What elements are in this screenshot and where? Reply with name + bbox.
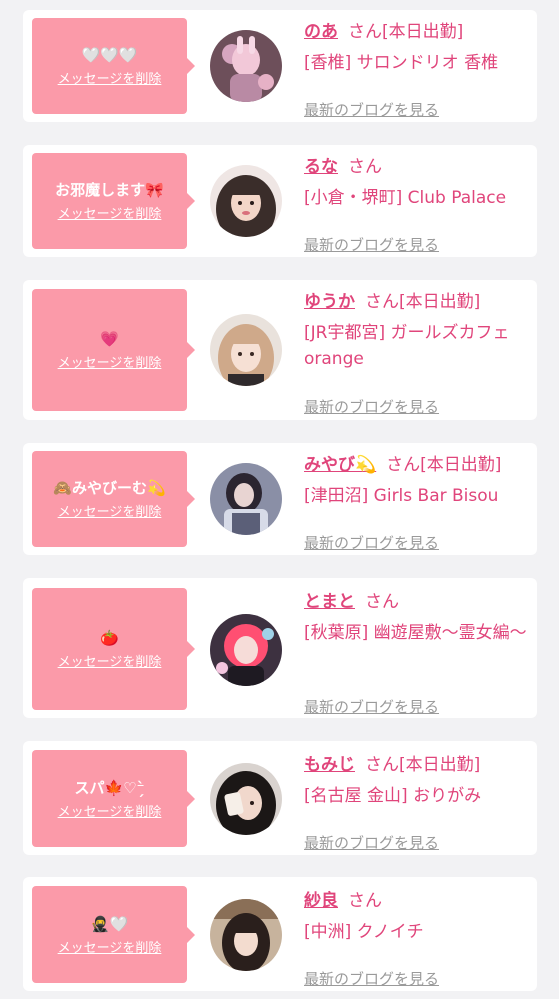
cast-name-link[interactable]: もみじ xyxy=(304,755,355,775)
attendance-status: [本日出勤] xyxy=(399,755,481,775)
cast-card: お邪魔します🎀 メッセージを削除 るな さん [小倉・堺町] Club Palac… xyxy=(23,145,537,257)
avatar[interactable] xyxy=(210,165,282,237)
delete-message-link[interactable]: メッセージを削除 xyxy=(58,356,162,372)
cast-card: 🍅 メッセージを削除 とまと さん [秋葉原] 幽遊屋敷〜霊女編〜 最新のブログを… xyxy=(23,578,537,718)
message-bubble: スパ🍁♡⁻̗̀ メッセージを削除 xyxy=(32,750,195,847)
shop-name: [香椎] サロンドリオ 香椎 xyxy=(304,53,499,73)
honorific: さん xyxy=(348,22,382,42)
message-bubble: 🤍🤍🤍 メッセージを削除 xyxy=(32,18,195,114)
honorific: さん xyxy=(365,592,399,612)
shop-name: [津田沼] Girls Bar Bisou xyxy=(304,486,499,506)
favorite-cast-list: 🤍🤍🤍 メッセージを削除 のあ さん[本日出勤] [香椎] サロンドリオ 香椎 最… xyxy=(0,0,559,999)
shop-name: [秋葉原] 幽遊屋敷〜霊女編〜 xyxy=(304,623,527,643)
message-bubble: 🍅 メッセージを削除 xyxy=(32,588,195,710)
latest-blog-link[interactable]: 最新のブログを見る xyxy=(304,532,439,553)
delete-message-link[interactable]: メッセージを削除 xyxy=(58,505,162,521)
cast-name-link[interactable]: のあ xyxy=(304,22,338,42)
cast-card: 🙈みやびーむ💫 メッセージを削除 みやび💫 さん[本日出勤] [津田沼] Girl… xyxy=(23,443,537,555)
latest-blog-link[interactable]: 最新のブログを見る xyxy=(304,396,439,417)
cast-card: 🥷🤍 メッセージを削除 紗良 さん [中洲] クノイチ 最新のブログを見る xyxy=(23,877,537,991)
latest-blog-link[interactable]: 最新のブログを見る xyxy=(304,99,439,120)
latest-blog-link[interactable]: 最新のブログを見る xyxy=(304,832,439,853)
delete-message-link[interactable]: メッセージを削除 xyxy=(58,207,162,223)
avatar[interactable] xyxy=(210,463,282,535)
cast-info: もみじ さん[本日出勤] [名古屋 金山] おりがみ 最新のブログを見る xyxy=(304,753,529,853)
message-bubble: お邪魔します🎀 メッセージを削除 xyxy=(32,153,195,249)
delete-message-link[interactable]: メッセージを削除 xyxy=(58,805,162,821)
message-text: 🙈みやびーむ💫 xyxy=(53,479,166,497)
cast-name-link[interactable]: ゆうか xyxy=(304,292,355,312)
avatar[interactable] xyxy=(210,614,282,686)
cast-card: スパ🍁♡⁻̗̀ メッセージを削除 もみじ さん[本日出勤] [名古屋 金山] おり… xyxy=(23,741,537,855)
attendance-status: [本日出勤] xyxy=(399,292,481,312)
honorific: さん xyxy=(348,891,382,911)
message-text: お邪魔します🎀 xyxy=(55,181,164,199)
latest-blog-link[interactable]: 最新のブログを見る xyxy=(304,234,439,255)
cast-info: るな さん [小倉・堺町] Club Palace 最新のブログを見る xyxy=(304,155,529,255)
cast-name-link[interactable]: るな xyxy=(304,157,338,177)
cast-info: 紗良 さん [中洲] クノイチ 最新のブログを見る xyxy=(304,889,529,989)
message-text: 🤍🤍🤍 xyxy=(81,46,138,64)
cast-info: とまと さん [秋葉原] 幽遊屋敷〜霊女編〜 最新のブログを見る xyxy=(304,590,529,716)
cast-info: みやび💫 さん[本日出勤] [津田沼] Girls Bar Bisou 最新のブロ… xyxy=(304,453,529,553)
latest-blog-link[interactable]: 最新のブログを見る xyxy=(304,968,439,989)
cast-info: のあ さん[本日出勤] [香椎] サロンドリオ 香椎 最新のブログを見る xyxy=(304,20,529,120)
honorific: さん xyxy=(348,157,382,177)
avatar[interactable] xyxy=(210,314,282,386)
cast-info: ゆうか さん[本日出勤] [JR宇都宮] ガールズカフェ orange 最新のブロ… xyxy=(304,290,529,418)
attendance-status: [本日出勤] xyxy=(382,22,464,42)
shop-name: [中洲] クノイチ xyxy=(304,922,424,942)
message-text: 🍅 xyxy=(100,629,119,647)
honorific: さん xyxy=(386,455,421,475)
cast-name-link[interactable]: みやび💫 xyxy=(304,455,376,475)
message-bubble: 💗 メッセージを削除 xyxy=(32,289,195,411)
message-text: 🥷🤍 xyxy=(90,914,129,933)
cast-name-link[interactable]: とまと xyxy=(304,592,355,612)
delete-message-link[interactable]: メッセージを削除 xyxy=(58,72,162,88)
message-bubble: 🥷🤍 メッセージを削除 xyxy=(32,886,195,983)
latest-blog-link[interactable]: 最新のブログを見る xyxy=(304,696,439,717)
message-text: スパ🍁♡⁻̗̀ xyxy=(74,778,145,797)
honorific: さん xyxy=(365,755,399,775)
avatar[interactable] xyxy=(210,899,282,971)
message-bubble: 🙈みやびーむ💫 メッセージを削除 xyxy=(32,451,195,547)
attendance-status: [本日出勤] xyxy=(420,455,502,475)
honorific: さん xyxy=(365,292,399,312)
avatar[interactable] xyxy=(210,30,282,102)
shop-name: [JR宇都宮] ガールズカフェ orange xyxy=(304,323,510,369)
shop-name: [小倉・堺町] Club Palace xyxy=(304,188,507,208)
message-text: 💗 xyxy=(100,330,119,348)
shop-name: [名古屋 金山] おりがみ xyxy=(304,786,482,806)
cast-card: 💗 メッセージを削除 ゆうか さん[本日出勤] [JR宇都宮] ガールズカフェ o… xyxy=(23,280,537,420)
delete-message-link[interactable]: メッセージを削除 xyxy=(58,941,162,957)
avatar[interactable] xyxy=(210,763,282,835)
cast-card: 🤍🤍🤍 メッセージを削除 のあ さん[本日出勤] [香椎] サロンドリオ 香椎 最… xyxy=(23,10,537,122)
cast-name-link[interactable]: 紗良 xyxy=(304,891,338,911)
delete-message-link[interactable]: メッセージを削除 xyxy=(58,655,162,671)
